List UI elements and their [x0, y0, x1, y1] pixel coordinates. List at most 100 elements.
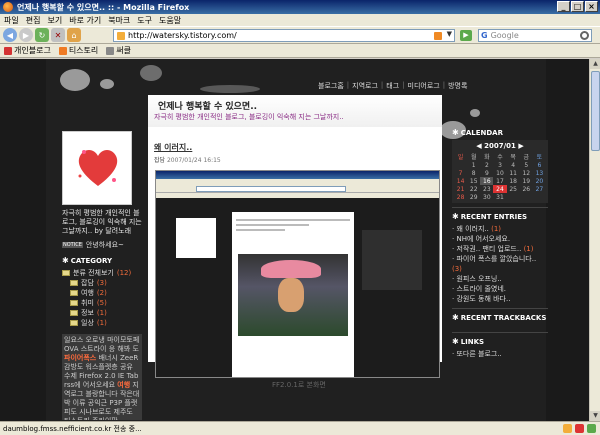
rss-status-icon[interactable] — [563, 424, 572, 433]
folder-icon — [70, 300, 78, 306]
bookmark-label: 써클 — [116, 46, 131, 55]
address-bar[interactable]: http://watersky.tistory.com/ ▼ — [113, 29, 455, 42]
window-title: 언제나 행복할 수 있으면.. :: - Mozilla Firefox — [17, 2, 190, 12]
search-box[interactable]: G Google — [478, 29, 592, 42]
profile-image — [62, 131, 132, 205]
home-icon[interactable]: ⌂ — [67, 28, 81, 42]
recent-entry-item[interactable]: · NH에 어서오세요. — [452, 234, 548, 244]
minimize-button[interactable]: _ — [557, 1, 570, 12]
bookmark-item[interactable]: 써클 — [106, 45, 131, 56]
screenshot-hat — [261, 260, 321, 278]
adblock-icon[interactable] — [575, 424, 584, 433]
nav-tags[interactable]: 태그 — [386, 81, 399, 91]
post-category[interactable]: 잡담 — [154, 157, 165, 164]
post-meta: 잡담 2007/01/24 16:15 — [154, 155, 221, 164]
post-date: 2007/01/24 16:15 — [166, 157, 221, 164]
maximize-button[interactable]: □ — [571, 1, 584, 12]
category-item[interactable]: 분류 전체보기 (12) — [62, 268, 144, 278]
post-title[interactable]: 왜 이러지.. — [154, 142, 192, 153]
search-icon[interactable] — [580, 31, 589, 40]
prev-month-icon[interactable]: ◀ — [476, 142, 484, 150]
recent-entries-heading: ✱ RECENT ENTRIES — [452, 212, 528, 221]
go-button[interactable]: ▶ — [460, 30, 472, 41]
tag-hot[interactable]: 파이어폭스 — [64, 354, 96, 362]
nav-location-log[interactable]: 지역로그 — [352, 81, 378, 91]
recent-entry-item[interactable]: · 강원도 동해 바다.. — [452, 294, 548, 304]
window-titlebar: 언제나 행복할 수 있으면.. :: - Mozilla Firefox _ □… — [0, 0, 600, 14]
folder-icon — [70, 290, 78, 296]
paint-splatter — [140, 65, 162, 81]
tag-group[interactable]: 일요스 오로냉 마이모토페 OVA 스트라이 응 해봐 도 — [64, 336, 139, 353]
vertical-scrollbar[interactable]: ▲ ▼ — [589, 59, 600, 421]
recent-entries-list: · 왜 이러지.. (1) · NH에 어서오세요. · 저작권.. 팬티 업로… — [452, 224, 548, 304]
star-icon: ✱ — [452, 337, 459, 346]
menu-file[interactable]: 파일 — [4, 15, 19, 26]
nav-media-log[interactable]: 미디어로그 — [408, 81, 440, 91]
next-month-icon[interactable]: ▶ — [516, 142, 523, 150]
profile-description: 자극히 평범한 개인적인 블로그, 블로깅이 익숙해 지는 그날까지.. by … — [62, 209, 142, 235]
category-item[interactable]: 취미 (5) — [62, 298, 144, 308]
rss-feed-icon[interactable] — [434, 32, 442, 40]
bookmark-item[interactable]: 티스토리 — [58, 45, 98, 56]
menu-edit[interactable]: 편집 — [26, 15, 41, 26]
blog-title[interactable]: 언제나 행복할 수 있으면.. — [158, 99, 257, 112]
reload-icon[interactable]: ↻ — [35, 28, 49, 42]
paint-splatter — [470, 109, 480, 117]
folder-icon — [70, 280, 78, 286]
bookmark-item[interactable]: 개인블로그 — [4, 45, 51, 56]
recent-entry-item[interactable]: · 파이어 폭스를 깔았습니다.. (3) — [452, 254, 548, 274]
nav-guestbook[interactable]: 방명록 — [448, 81, 467, 91]
tag-cloud: 일요스 오로냉 마이모토페 OVA 스트라이 응 해봐 도 파이어폭스 배너시 … — [62, 334, 142, 420]
scroll-up-icon[interactable]: ▲ — [590, 59, 600, 69]
back-icon[interactable]: ◀ — [3, 28, 17, 42]
blog-subtitle: 자극히 평범한 개인적인 블로그, 블로깅이 익숙해 지는 그날까지.. — [154, 113, 344, 121]
paint-splatter — [200, 85, 260, 93]
scroll-thumb[interactable] — [591, 71, 600, 151]
menu-help[interactable]: 도움말 — [159, 15, 181, 26]
screenshot-page — [156, 198, 439, 377]
screenshot-navbar — [156, 185, 439, 193]
screenshot-calendar — [362, 230, 422, 290]
recent-entry-item[interactable]: · 스트라이 줄였네. — [452, 284, 548, 294]
calendar-widget: ◀ 2007/01 ▶ 일 월 화 수 목 금 토 123456 7 8 9 10 11… — [452, 140, 548, 203]
address-url: http://watersky.tistory.com/ — [128, 31, 237, 40]
screenshot-profile — [176, 218, 216, 258]
paint-splatter — [60, 69, 90, 91]
recent-entry-item[interactable]: · 왜 이러지.. (1) — [452, 224, 548, 234]
menu-bookmarks[interactable]: 북마크 — [108, 15, 130, 26]
stop-icon[interactable]: ✕ — [51, 28, 65, 42]
link-item[interactable]: · 또다른 블로그.. — [452, 349, 548, 359]
left-sidebar: 자극히 평범한 개인적인 블로그, 블로깅이 익숙해 지는 그날까지.. by … — [62, 131, 144, 420]
nav-blog-home[interactable]: 블로그홈 — [318, 81, 344, 91]
category-item[interactable]: 일상 (1) — [62, 318, 144, 328]
category-item[interactable]: 잡담 (3) — [62, 278, 144, 288]
recent-entry-item[interactable]: · 원피스 오프닝.. — [452, 274, 548, 284]
category-item[interactable]: 여행 (2) — [62, 288, 144, 298]
screenshot-figure — [278, 278, 304, 312]
blog-top-nav: 블로그홈 | 지역로그 | 태그 | 미디어로그 | 방명록 — [318, 81, 468, 91]
menu-view[interactable]: 보기 — [47, 15, 62, 26]
category-heading: ✱ CATEGORY — [62, 256, 113, 265]
image-caption: FF2.0.1로 본화면 — [272, 381, 326, 389]
close-button[interactable]: × — [585, 1, 598, 12]
star-icon: ✱ — [452, 212, 459, 221]
google-icon: G — [481, 31, 488, 40]
menu-tools[interactable]: 도구 — [137, 15, 152, 26]
tag-hot[interactable]: 여행 — [117, 381, 130, 389]
scroll-down-icon[interactable]: ▼ — [590, 411, 600, 421]
notice-label: NOTICE — [62, 242, 83, 248]
address-dropdown-icon[interactable]: ▼ — [447, 30, 452, 38]
site-favicon-icon — [117, 31, 125, 40]
recent-entry-item[interactable]: · 저작권.. 팬티 업로드.. (1) — [452, 244, 548, 254]
forward-icon[interactable]: ▶ — [19, 28, 33, 42]
star-icon: ✱ — [62, 256, 69, 265]
menu-go[interactable]: 바로 가기 — [69, 15, 101, 26]
paint-splatter — [100, 79, 114, 89]
extension-icon[interactable] — [587, 424, 596, 433]
folder-icon — [70, 320, 78, 326]
search-placeholder: Google — [490, 31, 519, 40]
category-item[interactable]: 정보 (1) — [62, 308, 144, 318]
notice-text[interactable]: 안녕하세요~ — [86, 240, 124, 250]
links-list: · 또다른 블로그.. — [452, 349, 548, 359]
screenshot-titlebar — [156, 171, 439, 179]
